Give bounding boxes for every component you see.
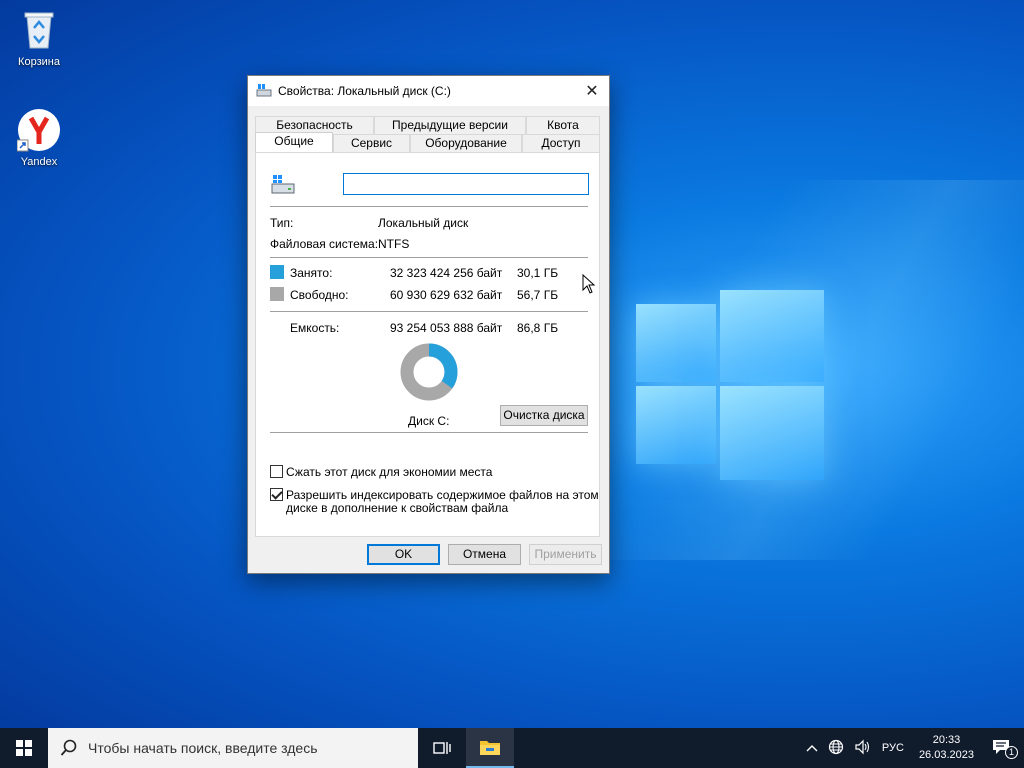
capacity-label: Емкость: — [290, 321, 340, 335]
desktop-icon-yandex[interactable]: Yandex — [4, 108, 74, 168]
used-label: Занято: — [290, 266, 333, 280]
notification-count-badge: 1 — [1005, 745, 1018, 759]
separator — [270, 432, 588, 433]
tab-hardware[interactable]: Оборудование — [410, 134, 522, 152]
search-placeholder: Чтобы начать поиск, введите здесь — [88, 740, 318, 756]
drive-icon — [256, 83, 272, 100]
desktop-icon-label: Yandex — [20, 156, 58, 168]
disk-label: Диск C: — [408, 414, 450, 428]
tab-strip: Безопасность Предыдущие версии Квота Общ… — [255, 116, 600, 152]
tab-previous-versions[interactable]: Предыдущие версии — [374, 116, 526, 134]
free-size: 56,7 ГБ — [517, 288, 559, 302]
task-view-icon — [433, 742, 451, 754]
taskbar: Чтобы начать поиск, введите здесь РУС 20… — [0, 728, 1024, 768]
tab-sharing[interactable]: Доступ — [522, 134, 600, 152]
apply-button[interactable]: Применить — [529, 544, 602, 565]
compress-checkbox[interactable] — [270, 465, 283, 478]
used-size: 30,1 ГБ — [517, 266, 559, 280]
folder-icon — [480, 741, 500, 755]
recycle-bin-icon — [17, 8, 61, 52]
start-button[interactable] — [0, 728, 48, 768]
capacity-size: 86,8 ГБ — [517, 321, 559, 335]
mouse-cursor-icon — [582, 274, 596, 294]
speaker-icon[interactable] — [849, 739, 877, 758]
index-checkbox[interactable] — [270, 488, 283, 501]
search-icon — [60, 739, 77, 756]
clock-time: 20:33 — [932, 734, 961, 746]
yandex-browser-icon — [16, 108, 61, 152]
type-value: Локальный диск — [378, 216, 469, 230]
disk-usage-donut — [400, 343, 458, 401]
windows-logo-wallpaper — [636, 290, 824, 480]
taskbar-search-box[interactable]: Чтобы начать поиск, введите здесь — [48, 728, 418, 768]
windows-start-icon — [16, 740, 32, 756]
general-tab-panel: Тип: Локальный диск Файловая система: NT… — [255, 152, 600, 537]
index-label-line2: диске в дополнение к свойствам файла — [286, 501, 509, 515]
notification-center-button[interactable]: 1 — [984, 739, 1024, 759]
system-tray: РУС 20:33 26.03.2023 1 — [801, 728, 1024, 768]
taskbar-clock[interactable]: 20:33 26.03.2023 — [909, 733, 984, 763]
cancel-button[interactable]: Отмена — [448, 544, 521, 565]
used-bytes: 32 323 424 256 байт — [390, 266, 503, 280]
drive-large-icon — [270, 173, 296, 200]
type-label: Тип: — [270, 216, 294, 230]
file-explorer-taskbar-button[interactable] — [466, 728, 514, 768]
desktop-icon-label: Корзина — [18, 56, 60, 68]
network-globe-icon[interactable] — [823, 739, 849, 758]
filesystem-label: Файловая система: — [270, 237, 379, 251]
close-icon[interactable]: ✕ — [575, 76, 609, 106]
clock-date: 26.03.2023 — [918, 749, 974, 761]
index-label-line1: Разрешить индексировать содержимое файло… — [286, 488, 599, 502]
free-bytes: 60 930 629 632 байт — [390, 288, 503, 302]
compress-label: Сжать этот диск для экономии места — [286, 465, 493, 479]
separator — [270, 257, 588, 258]
language-indicator[interactable]: РУС — [877, 742, 909, 754]
free-label: Свободно: — [290, 288, 349, 302]
capacity-bytes: 93 254 053 888 байт — [390, 321, 503, 335]
dialog-title: Свойства: Локальный диск (C:) — [278, 84, 451, 98]
ok-button[interactable]: OK — [367, 544, 440, 565]
tab-general[interactable]: Общие — [255, 132, 333, 152]
task-view-button[interactable] — [418, 728, 466, 768]
tab-quota[interactable]: Квота — [526, 116, 600, 134]
properties-dialog: Свойства: Локальный диск (C:) ✕ Безопасн… — [247, 75, 610, 574]
used-space-swatch — [270, 265, 284, 279]
separator — [270, 206, 588, 207]
free-space-swatch — [270, 287, 284, 301]
tab-service[interactable]: Сервис — [333, 134, 410, 152]
desktop-icon-recycle-bin[interactable]: Корзина — [4, 8, 74, 68]
chevron-up-icon[interactable] — [801, 741, 823, 755]
dialog-titlebar[interactable]: Свойства: Локальный диск (C:) ✕ — [248, 76, 609, 106]
disk-cleanup-button[interactable]: Очистка диска — [500, 405, 588, 426]
volume-name-input[interactable] — [343, 173, 589, 195]
filesystem-value: NTFS — [378, 237, 410, 251]
separator — [270, 311, 588, 312]
